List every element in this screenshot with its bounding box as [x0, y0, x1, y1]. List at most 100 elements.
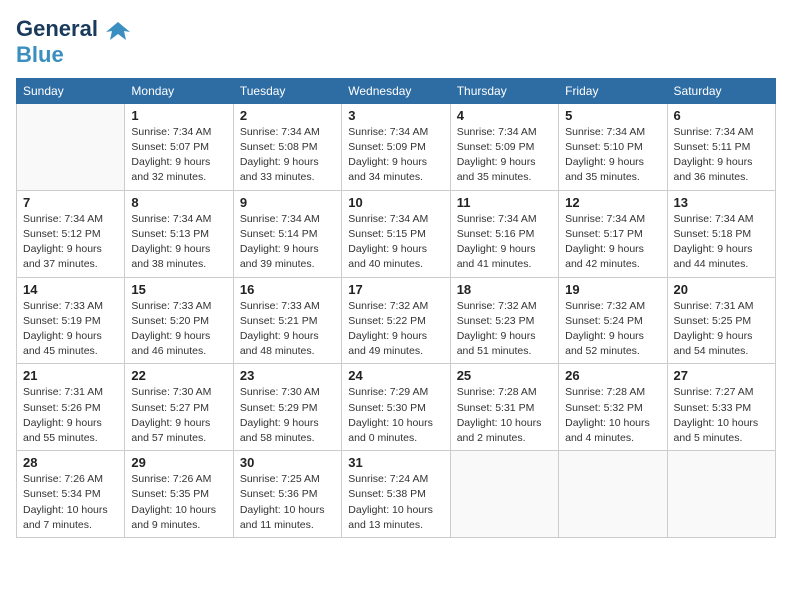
weekday-header-row: SundayMondayTuesdayWednesdayThursdayFrid… [17, 78, 776, 103]
day-info: Sunrise: 7:25 AMSunset: 5:36 PMDaylight:… [240, 472, 335, 533]
day-number: 31 [348, 455, 443, 470]
day-info: Sunrise: 7:30 AMSunset: 5:27 PMDaylight:… [131, 385, 226, 446]
calendar-cell: 6 Sunrise: 7:34 AMSunset: 5:11 PMDaylight… [667, 103, 775, 190]
calendar-cell: 26 Sunrise: 7:28 AMSunset: 5:32 PMDayligh… [559, 364, 667, 451]
day-number: 26 [565, 368, 660, 383]
calendar-cell: 29 Sunrise: 7:26 AMSunset: 5:35 PMDayligh… [125, 451, 233, 538]
day-number: 11 [457, 195, 552, 210]
day-info: Sunrise: 7:30 AMSunset: 5:29 PMDaylight:… [240, 385, 335, 446]
day-number: 6 [674, 108, 769, 123]
day-number: 24 [348, 368, 443, 383]
day-info: Sunrise: 7:31 AMSunset: 5:26 PMDaylight:… [23, 385, 118, 446]
day-number: 28 [23, 455, 118, 470]
day-number: 14 [23, 282, 118, 297]
day-info: Sunrise: 7:34 AMSunset: 5:09 PMDaylight:… [348, 125, 443, 186]
weekday-header: Friday [559, 78, 667, 103]
calendar-cell: 5 Sunrise: 7:34 AMSunset: 5:10 PMDaylight… [559, 103, 667, 190]
day-info: Sunrise: 7:26 AMSunset: 5:34 PMDaylight:… [23, 472, 118, 533]
weekday-header: Tuesday [233, 78, 341, 103]
weekday-header: Thursday [450, 78, 558, 103]
day-info: Sunrise: 7:34 AMSunset: 5:07 PMDaylight:… [131, 125, 226, 186]
calendar-cell: 10 Sunrise: 7:34 AMSunset: 5:15 PMDayligh… [342, 190, 450, 277]
day-info: Sunrise: 7:26 AMSunset: 5:35 PMDaylight:… [131, 472, 226, 533]
day-info: Sunrise: 7:28 AMSunset: 5:32 PMDaylight:… [565, 385, 660, 446]
calendar-week-row: 7 Sunrise: 7:34 AMSunset: 5:12 PMDaylight… [17, 190, 776, 277]
day-info: Sunrise: 7:34 AMSunset: 5:09 PMDaylight:… [457, 125, 552, 186]
weekday-header: Monday [125, 78, 233, 103]
day-number: 20 [674, 282, 769, 297]
day-info: Sunrise: 7:32 AMSunset: 5:24 PMDaylight:… [565, 299, 660, 360]
day-number: 5 [565, 108, 660, 123]
day-info: Sunrise: 7:34 AMSunset: 5:12 PMDaylight:… [23, 212, 118, 273]
calendar-cell: 2Sunrise: 7:34 AMSunset: 5:08 PMDaylight… [233, 103, 341, 190]
day-number: 9 [240, 195, 335, 210]
day-number: 13 [674, 195, 769, 210]
day-number: 4 [457, 108, 552, 123]
day-info: Sunrise: 7:34 AMSunset: 5:17 PMDaylight:… [565, 212, 660, 273]
calendar-cell: 17 Sunrise: 7:32 AMSunset: 5:22 PMDayligh… [342, 277, 450, 364]
day-info: Sunrise: 7:34 AMSunset: 5:18 PMDaylight:… [674, 212, 769, 273]
calendar-cell: 18Sunrise: 7:32 AMSunset: 5:23 PMDayligh… [450, 277, 558, 364]
day-number: 3 [348, 108, 443, 123]
day-info: Sunrise: 7:28 AMSunset: 5:31 PMDaylight:… [457, 385, 552, 446]
day-number: 25 [457, 368, 552, 383]
calendar-cell: 31 Sunrise: 7:24 AMSunset: 5:38 PMDayligh… [342, 451, 450, 538]
day-number: 1 [131, 108, 226, 123]
calendar-cell: 28 Sunrise: 7:26 AMSunset: 5:34 PMDayligh… [17, 451, 125, 538]
calendar-cell: 27Sunrise: 7:27 AMSunset: 5:33 PMDayligh… [667, 364, 775, 451]
logo-blue: Blue [16, 42, 64, 68]
day-number: 7 [23, 195, 118, 210]
weekday-header: Sunday [17, 78, 125, 103]
calendar-cell: 15 Sunrise: 7:33 AMSunset: 5:20 PMDayligh… [125, 277, 233, 364]
calendar-cell: 7 Sunrise: 7:34 AMSunset: 5:12 PMDaylight… [17, 190, 125, 277]
day-info: Sunrise: 7:33 AMSunset: 5:19 PMDaylight:… [23, 299, 118, 360]
day-info: Sunrise: 7:34 AMSunset: 5:08 PMDaylight:… [240, 125, 335, 186]
day-number: 12 [565, 195, 660, 210]
calendar-cell: 9 Sunrise: 7:34 AMSunset: 5:14 PMDaylight… [233, 190, 341, 277]
day-info: Sunrise: 7:33 AMSunset: 5:21 PMDaylight:… [240, 299, 335, 360]
day-info: Sunrise: 7:34 AMSunset: 5:15 PMDaylight:… [348, 212, 443, 273]
calendar-cell: 20Sunrise: 7:31 AMSunset: 5:25 PMDayligh… [667, 277, 775, 364]
day-info: Sunrise: 7:34 AMSunset: 5:10 PMDaylight:… [565, 125, 660, 186]
calendar-week-row: 21 Sunrise: 7:31 AMSunset: 5:26 PMDayligh… [17, 364, 776, 451]
day-number: 21 [23, 368, 118, 383]
calendar-cell: 30Sunrise: 7:25 AMSunset: 5:36 PMDayligh… [233, 451, 341, 538]
calendar-cell: 22Sunrise: 7:30 AMSunset: 5:27 PMDayligh… [125, 364, 233, 451]
calendar-week-row: 14 Sunrise: 7:33 AMSunset: 5:19 PMDayligh… [17, 277, 776, 364]
weekday-header: Saturday [667, 78, 775, 103]
day-info: Sunrise: 7:34 AMSunset: 5:16 PMDaylight:… [457, 212, 552, 273]
day-number: 29 [131, 455, 226, 470]
day-info: Sunrise: 7:34 AMSunset: 5:14 PMDaylight:… [240, 212, 335, 273]
calendar-cell: 16 Sunrise: 7:33 AMSunset: 5:21 PMDayligh… [233, 277, 341, 364]
calendar-cell: 11 Sunrise: 7:34 AMSunset: 5:16 PMDayligh… [450, 190, 558, 277]
day-number: 27 [674, 368, 769, 383]
calendar-cell: 25 Sunrise: 7:28 AMSunset: 5:31 PMDayligh… [450, 364, 558, 451]
day-info: Sunrise: 7:24 AMSunset: 5:38 PMDaylight:… [348, 472, 443, 533]
day-info: Sunrise: 7:34 AMSunset: 5:13 PMDaylight:… [131, 212, 226, 273]
calendar-cell: 21 Sunrise: 7:31 AMSunset: 5:26 PMDayligh… [17, 364, 125, 451]
day-info: Sunrise: 7:33 AMSunset: 5:20 PMDaylight:… [131, 299, 226, 360]
day-number: 16 [240, 282, 335, 297]
calendar-cell [667, 451, 775, 538]
day-number: 23 [240, 368, 335, 383]
calendar-cell [450, 451, 558, 538]
day-number: 17 [348, 282, 443, 297]
day-info: Sunrise: 7:32 AMSunset: 5:23 PMDaylight:… [457, 299, 552, 360]
calendar-cell: 24 Sunrise: 7:29 AMSunset: 5:30 PMDayligh… [342, 364, 450, 451]
day-number: 15 [131, 282, 226, 297]
page-header: General Blue [16, 16, 776, 68]
day-number: 10 [348, 195, 443, 210]
day-info: Sunrise: 7:34 AMSunset: 5:11 PMDaylight:… [674, 125, 769, 186]
day-info: Sunrise: 7:29 AMSunset: 5:30 PMDaylight:… [348, 385, 443, 446]
calendar-cell: 4 Sunrise: 7:34 AMSunset: 5:09 PMDaylight… [450, 103, 558, 190]
day-number: 19 [565, 282, 660, 297]
calendar-cell: 1 Sunrise: 7:34 AMSunset: 5:07 PMDaylight… [125, 103, 233, 190]
weekday-header: Wednesday [342, 78, 450, 103]
calendar-cell: 3 Sunrise: 7:34 AMSunset: 5:09 PMDaylight… [342, 103, 450, 190]
day-info: Sunrise: 7:32 AMSunset: 5:22 PMDaylight:… [348, 299, 443, 360]
calendar-week-row: 28 Sunrise: 7:26 AMSunset: 5:34 PMDayligh… [17, 451, 776, 538]
logo: General Blue [16, 16, 132, 68]
calendar-cell: 23 Sunrise: 7:30 AMSunset: 5:29 PMDayligh… [233, 364, 341, 451]
logo-bird-icon [104, 18, 132, 46]
calendar-cell: 8Sunrise: 7:34 AMSunset: 5:13 PMDaylight… [125, 190, 233, 277]
